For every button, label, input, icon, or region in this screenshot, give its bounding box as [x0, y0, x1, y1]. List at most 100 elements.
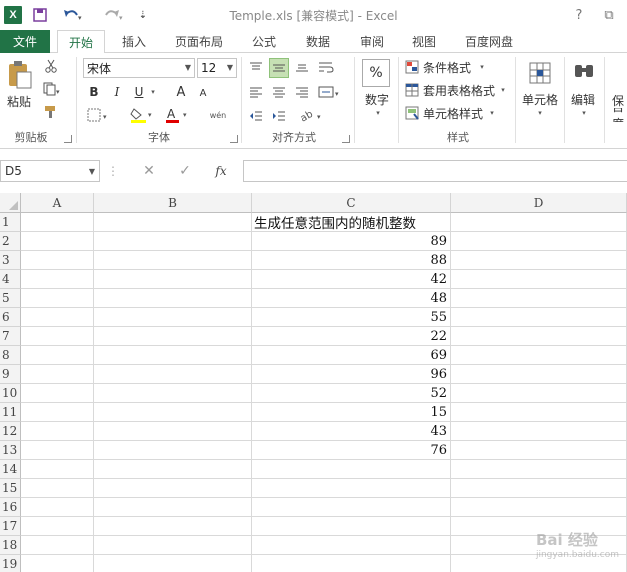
ribbon-display-options-button[interactable]: ⧉ [598, 5, 620, 25]
cell-a1[interactable] [21, 213, 94, 232]
alignment-dialog-launcher-icon[interactable] [342, 135, 350, 143]
underline-dropdown-icon[interactable]: ▾ [148, 85, 158, 99]
cell-d10[interactable] [451, 384, 627, 403]
number-format-icon[interactable]: % [362, 59, 390, 87]
cell-d4[interactable] [451, 270, 627, 289]
row-header-2[interactable]: 2 [0, 232, 21, 251]
cell-b19[interactable] [94, 555, 252, 572]
row-header-14[interactable]: 14 [0, 460, 21, 479]
editing-dropdown-icon[interactable]: ▾ [574, 108, 594, 118]
align-middle-icon[interactable] [269, 58, 289, 78]
cell-b10[interactable] [94, 384, 252, 403]
cell-c10[interactable]: 52 [252, 384, 451, 403]
copy-icon[interactable]: ▾ [40, 80, 64, 98]
row-header-3[interactable]: 3 [0, 251, 21, 270]
cell-a13[interactable] [21, 441, 94, 460]
formula-input[interactable] [243, 160, 627, 182]
font-dialog-launcher-icon[interactable] [230, 135, 238, 143]
format-as-table-icon[interactable] [404, 82, 420, 98]
cell-c17[interactable] [252, 517, 451, 536]
find-select-icon[interactable] [570, 59, 598, 87]
cell-a9[interactable] [21, 365, 94, 384]
tab-page-layout[interactable]: 页面布局 [166, 30, 232, 53]
align-left-icon[interactable] [247, 83, 265, 101]
cell-a6[interactable] [21, 308, 94, 327]
editing-button[interactable]: 编辑 [566, 91, 600, 107]
tab-home[interactable]: 开始 [57, 30, 105, 54]
conditional-formatting-button[interactable]: 条件格式 [423, 59, 483, 75]
tab-review[interactable]: 审阅 [350, 30, 394, 53]
cells-dropdown-icon[interactable]: ▾ [530, 108, 550, 118]
format-painter-icon[interactable] [40, 103, 62, 121]
cell-d3[interactable] [451, 251, 627, 270]
cell-b9[interactable] [94, 365, 252, 384]
cell-a3[interactable] [21, 251, 94, 270]
align-right-icon[interactable] [293, 83, 311, 101]
cell-c14[interactable] [252, 460, 451, 479]
row-header-15[interactable]: 15 [0, 479, 21, 498]
cell-b3[interactable] [94, 251, 252, 270]
cell-b2[interactable] [94, 232, 252, 251]
cell-d14[interactable] [451, 460, 627, 479]
cell-b11[interactable] [94, 403, 252, 422]
tab-insert[interactable]: 插入 [112, 30, 156, 53]
cell-a11[interactable] [21, 403, 94, 422]
cancel-icon[interactable]: ✕ [136, 162, 162, 180]
cell-c11[interactable]: 15 [252, 403, 451, 422]
row-header-7[interactable]: 7 [0, 327, 21, 346]
clipboard-dialog-launcher-icon[interactable] [64, 135, 72, 143]
row-header-11[interactable]: 11 [0, 403, 21, 422]
cell-c5[interactable]: 48 [252, 289, 451, 308]
cell-c7[interactable]: 22 [252, 327, 451, 346]
cut-icon[interactable] [40, 57, 62, 75]
cell-b16[interactable] [94, 498, 252, 517]
tab-formulas[interactable]: 公式 [242, 30, 286, 53]
cell-b17[interactable] [94, 517, 252, 536]
cell-a17[interactable] [21, 517, 94, 536]
insert-function-button[interactable]: fx [208, 162, 234, 180]
cell-d6[interactable] [451, 308, 627, 327]
cell-b15[interactable] [94, 479, 252, 498]
cell-b6[interactable] [94, 308, 252, 327]
row-header-1[interactable]: 1 [0, 213, 21, 232]
fill-color-icon[interactable]: ▾ [128, 105, 158, 125]
cell-b18[interactable] [94, 536, 252, 555]
cell-d1[interactable] [451, 213, 627, 232]
cell-c9[interactable]: 96 [252, 365, 451, 384]
cells-icon[interactable] [526, 59, 554, 87]
cell-d7[interactable] [451, 327, 627, 346]
italic-button[interactable]: I [108, 83, 126, 101]
merge-center-icon[interactable]: ▾ [316, 83, 344, 101]
cell-d5[interactable] [451, 289, 627, 308]
number-button[interactable]: 数字 [360, 91, 394, 107]
paste-button[interactable]: 粘贴 [4, 93, 34, 109]
row-header-10[interactable]: 10 [0, 384, 21, 403]
cell-a14[interactable] [21, 460, 94, 479]
phonetic-guide-icon[interactable]: wén [205, 105, 231, 125]
cell-b5[interactable] [94, 289, 252, 308]
tab-file[interactable]: 文件 [0, 30, 50, 53]
cell-d16[interactable] [451, 498, 627, 517]
cell-d13[interactable] [451, 441, 627, 460]
row-header-8[interactable]: 8 [0, 346, 21, 365]
row-header-4[interactable]: 4 [0, 270, 21, 289]
cell-b7[interactable] [94, 327, 252, 346]
cell-styles-icon[interactable] [404, 105, 420, 121]
paste-icon[interactable] [4, 59, 34, 91]
cell-c6[interactable]: 55 [252, 308, 451, 327]
cell-a12[interactable] [21, 422, 94, 441]
bold-button[interactable]: B [85, 83, 103, 101]
cell-b12[interactable] [94, 422, 252, 441]
cell-c4[interactable]: 42 [252, 270, 451, 289]
cell-c18[interactable] [252, 536, 451, 555]
row-header-9[interactable]: 9 [0, 365, 21, 384]
row-header-18[interactable]: 18 [0, 536, 21, 555]
column-header-b[interactable]: B [94, 193, 252, 213]
cell-c19[interactable] [252, 555, 451, 572]
align-bottom-icon[interactable] [293, 58, 311, 76]
grow-font-button[interactable]: A [172, 83, 190, 101]
column-header-a[interactable]: A [21, 193, 94, 213]
format-as-table-button[interactable]: 套用表格格式 [423, 82, 497, 98]
row-header-16[interactable]: 16 [0, 498, 21, 517]
font-size-combo[interactable]: 12 ▼ [197, 58, 237, 78]
